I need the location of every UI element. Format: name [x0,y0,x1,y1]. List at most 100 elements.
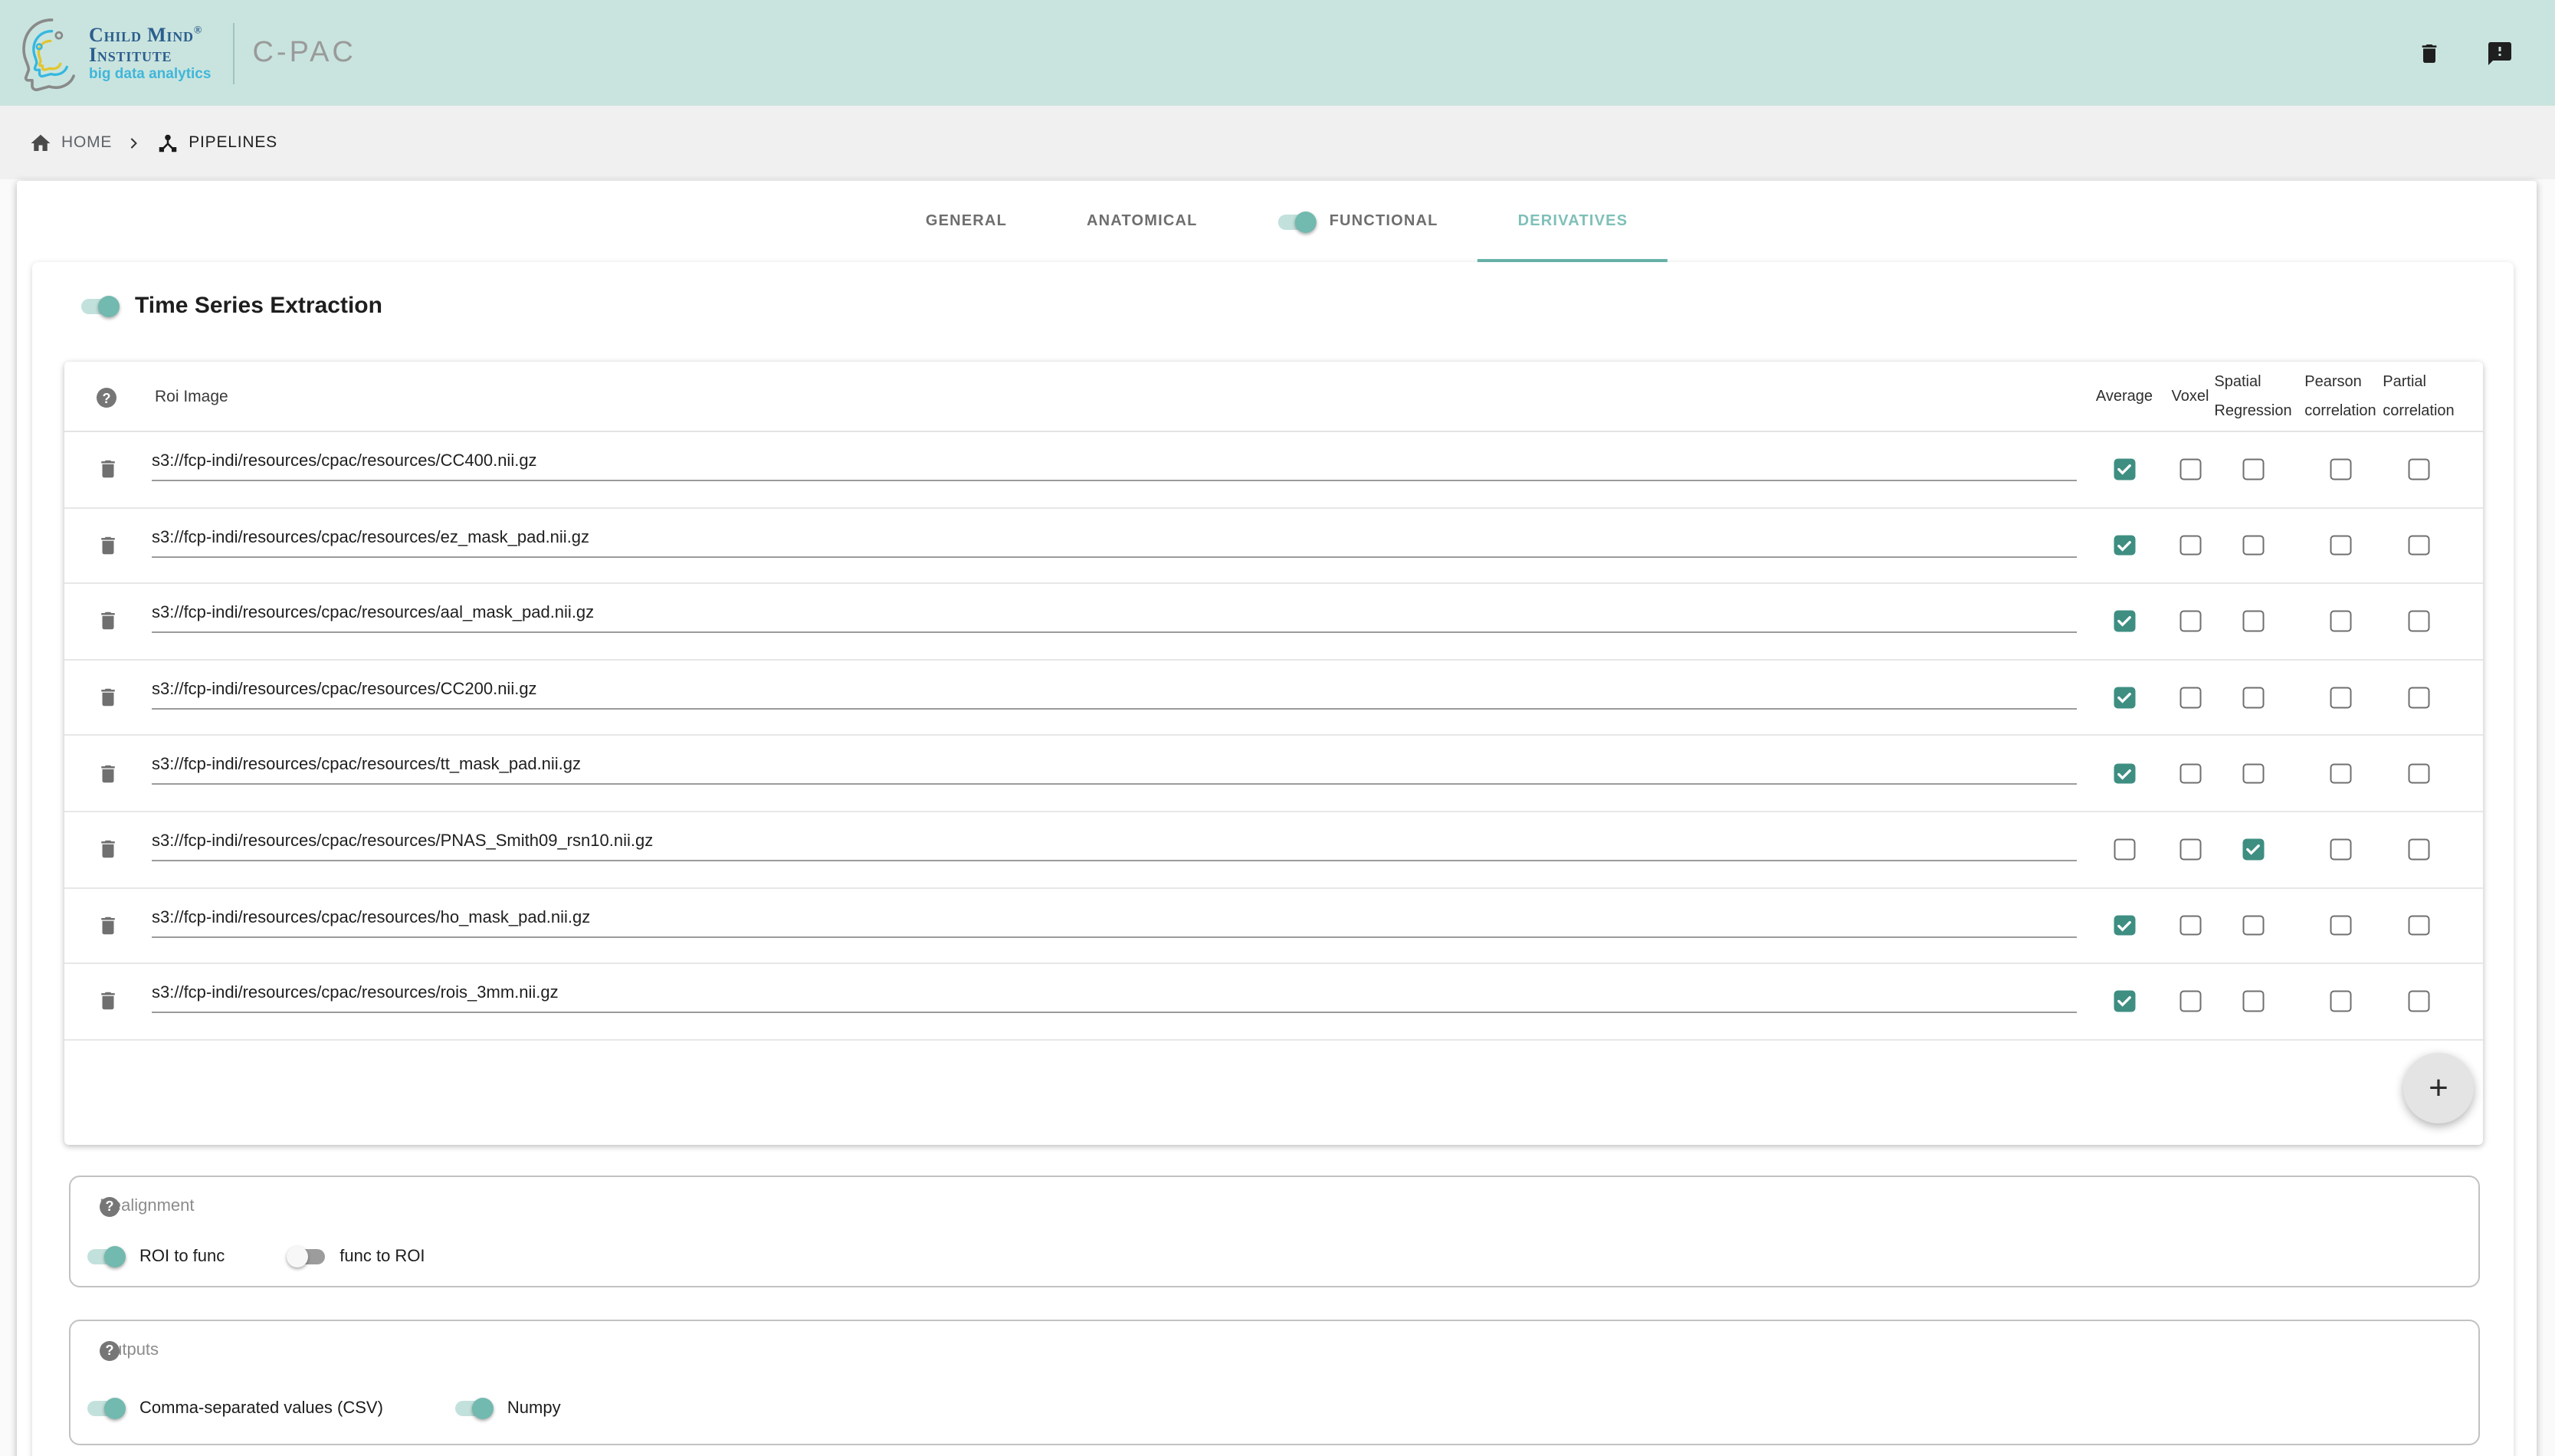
tab-functional[interactable]: FUNCTIONAL [1238,181,1478,262]
table-row [64,661,2483,736]
checkbox[interactable] [2180,839,2201,860]
checkbox[interactable] [2243,915,2264,936]
column-header: SpatialRegression [2214,367,2291,425]
tab-derivatives-label: DERIVATIVES [1518,213,1628,230]
checkbox[interactable] [2409,915,2429,936]
outputs-toggles: Comma-separated values (CSV) Numpy [86,1398,561,1419]
checkbox[interactable] [2243,687,2264,708]
help-icon[interactable]: ? [100,1196,120,1216]
functional-toggle[interactable] [1278,211,1317,232]
checkbox[interactable] [2243,991,2264,1012]
row-checkboxes [64,508,2483,582]
help-icon[interactable]: ? [100,1340,120,1360]
checkbox[interactable] [2330,991,2351,1012]
checkbox[interactable] [2409,991,2429,1012]
table-row [64,888,2483,964]
roi-to-func-option: ROI to func [86,1246,225,1267]
brand-line1: Child Mind® [89,25,211,44]
checkbox[interactable] [2114,839,2135,860]
realignment-box: ? Realignment ROI to func func to ROI [69,1176,2480,1287]
derivatives-panel: Time Series Extraction ? Roi Image Avera… [32,262,2514,1456]
checkbox[interactable] [2180,459,2201,480]
column-header: Pearsoncorrelation [2304,367,2376,425]
appbar-actions [2414,38,2555,68]
breadcrumb-pipelines-label: PIPELINES [189,133,277,152]
checkbox[interactable] [2243,763,2264,784]
csv-toggle[interactable] [86,1398,126,1419]
checkbox[interactable] [2409,839,2429,860]
checkbox[interactable] [2330,459,2351,480]
pipeline-editor-card: GENERAL ANATOMICAL FUNCTIONAL DERIVATIVE… [17,181,2537,1456]
checkbox-checked[interactable] [2114,915,2135,936]
checkbox-checked[interactable] [2114,611,2135,631]
checkbox-checked[interactable] [2114,687,2135,708]
roi-to-func-label: ROI to func [139,1248,225,1266]
home-icon [29,131,52,154]
fab-zone: + [64,1041,2483,1143]
outputs-title-row: ? Outputs [100,1341,159,1359]
checkbox-checked[interactable] [2114,535,2135,556]
checkbox[interactable] [2180,611,2201,631]
roi-to-func-toggle[interactable] [86,1246,126,1267]
time-series-extraction-toggle[interactable] [80,295,120,316]
checkbox[interactable] [2180,915,2201,936]
tab-anatomical[interactable]: ANATOMICAL [1047,181,1238,262]
breadcrumb-home[interactable]: HOME [29,131,112,154]
checkbox[interactable] [2330,535,2351,556]
row-checkboxes [64,736,2483,811]
add-roi-button[interactable]: + [2403,1053,2474,1123]
checkbox[interactable] [2409,687,2429,708]
tab-general[interactable]: GENERAL [886,181,1047,262]
toggle-thumb [472,1398,494,1419]
app-viewport: Child Mind® Institute big data analytics… [0,0,2555,1456]
delete-pipeline-button[interactable] [2414,38,2445,68]
checkbox[interactable] [2330,611,2351,631]
checkbox[interactable] [2330,839,2351,860]
table-row [64,812,2483,888]
column-header: Partialcorrelation [2383,367,2454,425]
checkbox[interactable] [2409,763,2429,784]
app-header: Child Mind® Institute big data analytics… [0,0,2555,106]
pipelines-icon [156,131,179,154]
tab-derivatives[interactable]: DERIVATIVES [1478,181,1668,262]
realignment-title-row: ? Realignment [100,1197,195,1215]
checkbox[interactable] [2243,611,2264,631]
breadcrumb-home-label: HOME [61,133,112,152]
checkbox[interactable] [2180,687,2201,708]
time-series-extraction-header: Time Series Extraction [80,293,382,319]
checkbox[interactable] [2409,535,2429,556]
checkbox[interactable] [2330,763,2351,784]
roi-table-header: ? Roi Image AverageVoxelSpatialRegressio… [64,362,2483,432]
checkbox[interactable] [2243,535,2264,556]
csv-option: Comma-separated values (CSV) [86,1398,383,1419]
brand-line2: Institute [89,44,211,64]
brand-text: Child Mind® Institute big data analytics [89,25,211,82]
row-checkboxes [64,584,2483,658]
checkbox[interactable] [2409,611,2429,631]
checkbox-checked[interactable] [2114,991,2135,1012]
roi-table: ? Roi Image AverageVoxelSpatialRegressio… [64,362,2483,1145]
numpy-toggle[interactable] [454,1398,494,1419]
checkbox-checked[interactable] [2114,459,2135,480]
checkbox[interactable] [2243,459,2264,480]
checkbox-checked[interactable] [2243,839,2264,860]
outputs-box: ? Outputs Comma-separated values (CSV) N… [69,1320,2480,1445]
toggle-thumb [104,1398,126,1419]
func-to-roi-toggle[interactable] [286,1246,326,1267]
checkbox[interactable] [2180,991,2201,1012]
checkbox[interactable] [2409,459,2429,480]
column-headers: AverageVoxelSpatialRegressionPearsoncorr… [64,362,2483,431]
numpy-option: Numpy [454,1398,561,1419]
table-row [64,584,2483,660]
toggle-thumb [1296,211,1317,232]
breadcrumb-pipelines[interactable]: PIPELINES [156,131,277,154]
toggle-thumb [98,295,120,316]
checkbox[interactable] [2180,763,2201,784]
row-checkboxes [64,661,2483,735]
checkbox-checked[interactable] [2114,763,2135,784]
checkbox[interactable] [2330,915,2351,936]
column-header: Voxel [2172,382,2209,411]
checkbox[interactable] [2180,535,2201,556]
feedback-button[interactable] [2484,38,2515,68]
checkbox[interactable] [2330,687,2351,708]
